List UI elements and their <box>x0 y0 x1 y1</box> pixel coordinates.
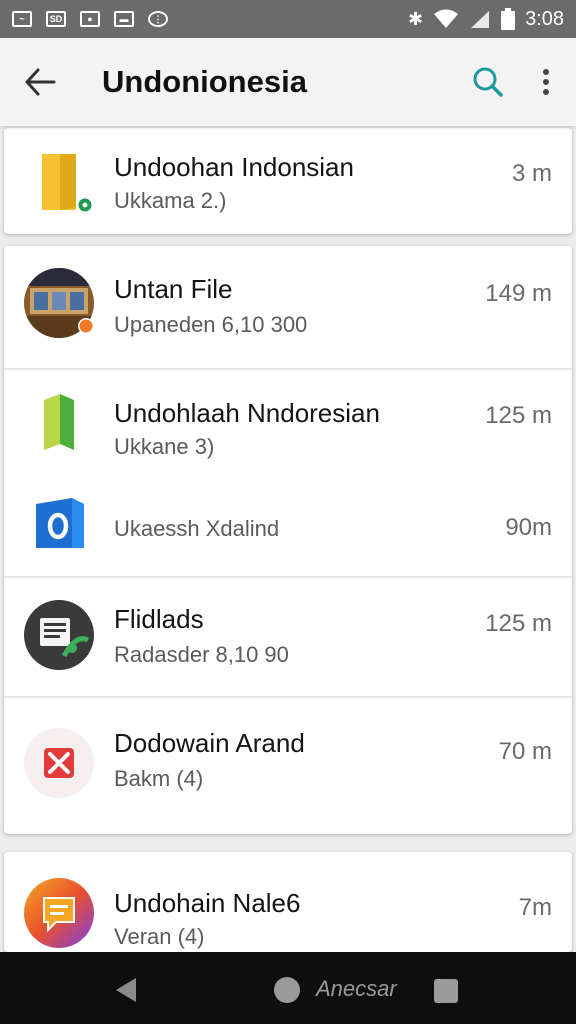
item-size: 125 m <box>485 402 552 429</box>
nav-recents-button[interactable] <box>434 979 458 1003</box>
item-title: Flidlads <box>114 604 204 634</box>
bluetooth-icon: ✱ <box>407 8 424 29</box>
pdf-icon <box>24 728 94 798</box>
item-title: Untan File <box>114 274 233 304</box>
arrow-back-icon <box>25 68 56 96</box>
item-title: Undohain Nale6 <box>114 888 301 918</box>
list-item[interactable]: Ukaessh Xdalind 90m <box>4 474 572 574</box>
battery-icon <box>501 8 516 30</box>
item-subtitle: Ukkama 2.) <box>114 188 227 213</box>
file-card: Undoohan Indonsian Ukkama 2.) 3 m <box>4 128 572 234</box>
clock: 3:08 <box>525 7 564 30</box>
item-size: 3 m <box>511 160 552 187</box>
item-title: Undohlaah Nndoresian <box>114 398 380 428</box>
navigation-bar: Anecsar <box>0 952 576 1024</box>
item-title: Dodowain Arand <box>114 728 305 758</box>
list-item[interactable]: Undohlaah Nndoresian Ukkane 3) 125 m <box>4 370 572 474</box>
more-options-button[interactable] <box>516 38 576 126</box>
green-folder-icon <box>44 394 74 450</box>
item-title: Undoohan Indonsian <box>114 152 354 182</box>
item-size: 125 m <box>485 610 552 637</box>
status-bar: ~ SD ● ▬ ⋮ ✱ 3:08 <box>0 0 576 38</box>
nav-home-button[interactable] <box>274 977 300 1003</box>
search-icon <box>473 67 503 97</box>
photo-icon: ● <box>80 11 100 27</box>
storefront-photo-icon <box>24 268 94 338</box>
file-card: Untan File Upaneden 6,10 300 149 m Undoh… <box>4 246 572 834</box>
item-subtitle: Upaneden 6,10 300 <box>114 312 308 337</box>
item-subtitle: Radasder 8,10 90 <box>114 642 289 667</box>
message-icon: ▬ <box>114 11 134 27</box>
search-button[interactable] <box>460 38 516 126</box>
signal-icon <box>471 11 490 28</box>
item-size: 90m <box>505 514 552 541</box>
document-sync-icon <box>24 600 94 670</box>
list-item[interactable]: Undohain Nale6 Veran (4) 7m <box>4 852 572 952</box>
folder-icon <box>42 154 93 213</box>
page-title: Undonionesia <box>102 64 307 99</box>
list-item[interactable]: Untan File Upaneden 6,10 300 149 m <box>4 246 572 368</box>
outlook-icon <box>36 498 84 548</box>
wifi-icon <box>434 9 459 28</box>
item-subtitle: Veran (4) <box>114 924 205 949</box>
app-bar: Undonionesia <box>0 38 576 126</box>
usb-icon: ⋮ <box>148 11 168 27</box>
chat-icon <box>24 878 94 948</box>
sd-card-icon: SD <box>46 11 66 27</box>
nav-label: Anecsar <box>316 976 397 1001</box>
more-vert-icon <box>543 69 549 95</box>
item-size: 70 m <box>498 738 552 765</box>
image-icon: ~ <box>12 11 32 27</box>
back-button[interactable] <box>0 38 80 126</box>
item-subtitle: Bakm (4) <box>114 766 204 791</box>
list-item[interactable]: Undoohan Indonsian Ukkama 2.) 3 m <box>4 128 572 234</box>
list-item[interactable]: Dodowain Arand Bakm (4) 70 m <box>4 698 572 834</box>
file-card: Undohain Nale6 Veran (4) 7m <box>4 852 572 952</box>
item-size: 149 m <box>485 280 552 307</box>
item-title: Ukaessh Xdalind <box>114 516 280 541</box>
item-size: 7m <box>518 894 552 921</box>
nav-back-button[interactable] <box>116 978 136 1002</box>
item-subtitle: Ukkane 3) <box>114 434 215 459</box>
list-item[interactable]: Flidlads Radasder 8,10 90 125 m <box>4 578 572 696</box>
